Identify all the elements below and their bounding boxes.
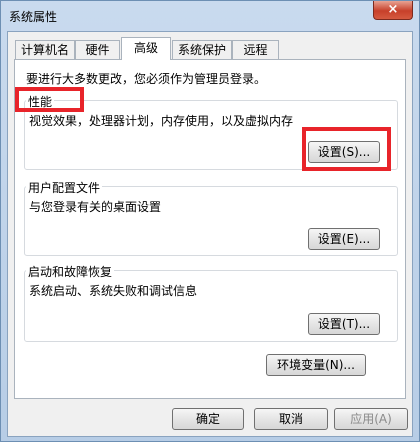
admin-notice: 要进行大多数更改，您必须作为管理员登录。: [26, 72, 267, 86]
close-button[interactable]: ×: [373, 1, 413, 20]
system-properties-window: 系统属性 × 计算机名 硬件 高级 系统保护 远程 要进行大多数更改，您必须作为…: [0, 0, 420, 442]
user-profile-settings-button[interactable]: 设置(E)...: [308, 228, 380, 250]
apply-button[interactable]: 应用(A): [334, 408, 408, 430]
close-icon: ×: [387, 2, 399, 17]
cancel-button[interactable]: 取消: [254, 408, 328, 430]
ok-button[interactable]: 确定: [172, 408, 244, 430]
environment-variables-button[interactable]: 环境变量(N)...: [266, 354, 366, 376]
tab-hardware[interactable]: 硬件: [75, 40, 120, 59]
startup-recovery-desc: 系统启动、系统失败和调试信息: [29, 284, 198, 298]
tab-computer-name[interactable]: 计算机名: [15, 40, 75, 59]
user-profile-label: 用户配置文件: [26, 179, 103, 196]
tab-advanced[interactable]: 高级: [121, 37, 171, 60]
performance-desc: 视觉效果，处理器计划，内存使用，以及虚拟内存: [29, 114, 294, 128]
tab-remote[interactable]: 远程: [232, 40, 279, 59]
user-profile-desc: 与您登录有关的桌面设置: [29, 200, 162, 214]
startup-recovery-label: 启动和故障恢复: [26, 263, 115, 280]
startup-settings-button[interactable]: 设置(T)...: [308, 313, 380, 335]
highlight-performance-settings: [302, 127, 391, 171]
title-bar[interactable]: 系统属性 ×: [1, 1, 419, 31]
highlight-performance-label: [15, 87, 84, 112]
window-title: 系统属性: [9, 10, 58, 24]
tab-system-protection[interactable]: 系统保护: [172, 40, 232, 59]
